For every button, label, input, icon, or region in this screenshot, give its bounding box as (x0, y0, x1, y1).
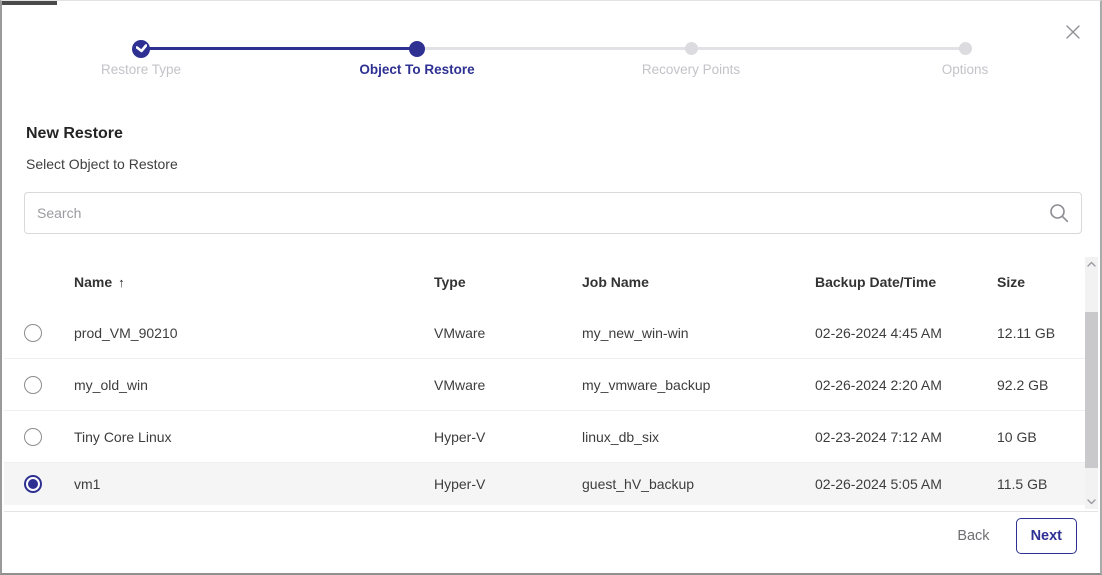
page-title: New Restore (26, 125, 123, 143)
page-subtitle: Select Object to Restore (26, 156, 178, 172)
column-header-size[interactable]: Size (997, 274, 1088, 290)
step-label-recovery-points: Recovery Points (581, 62, 801, 77)
cell-name: prod_VM_90210 (74, 325, 434, 341)
table-header-row: Name↑ Type Job Name Backup Date/Time Siz… (4, 257, 1088, 307)
row-radio[interactable] (24, 376, 42, 394)
step-label-restore-type: Restore Type (31, 62, 251, 77)
scroll-down-icon[interactable] (1085, 495, 1098, 509)
step-dot-restore-type[interactable] (132, 40, 150, 58)
row-radio[interactable] (24, 428, 42, 446)
close-icon (1066, 25, 1080, 44)
step-dot-object-to-restore[interactable] (409, 41, 425, 57)
sort-asc-icon[interactable]: ↑ (118, 275, 125, 290)
column-header-type[interactable]: Type (434, 274, 582, 290)
cell-size: 12.11 GB (997, 325, 1088, 341)
cell-name: vm1 (74, 476, 434, 492)
cell-backup-datetime: 02-26-2024 5:05 AM (815, 476, 997, 492)
close-button[interactable] (1063, 24, 1083, 44)
footer-divider (4, 511, 1098, 512)
stepper-segment-upcoming (691, 47, 965, 50)
cell-backup-datetime: 02-26-2024 2:20 AM (815, 377, 997, 393)
back-button[interactable]: Back (957, 528, 989, 544)
table-row[interactable]: Tiny Core Linux Hyper-V linux_db_six 02-… (4, 411, 1088, 463)
stepper-segment-completed (141, 47, 417, 50)
row-radio[interactable] (24, 324, 42, 342)
scrollbar-thumb[interactable] (1085, 312, 1098, 468)
cell-type: Hyper-V (434, 476, 582, 492)
cell-type: VMware (434, 377, 582, 393)
step-label-object-to-restore: Object To Restore (307, 62, 527, 77)
search-input[interactable] (25, 193, 1037, 233)
new-restore-dialog: Restore Type Object To Restore Recovery … (0, 0, 1102, 575)
column-header-backup-datetime[interactable]: Backup Date/Time (815, 274, 997, 290)
column-header-name[interactable]: Name↑ (74, 274, 434, 290)
cell-name: Tiny Core Linux (74, 429, 434, 445)
cell-type: Hyper-V (434, 429, 582, 445)
check-icon (136, 40, 147, 58)
row-radio[interactable] (24, 475, 42, 493)
search-icon[interactable] (1037, 202, 1081, 224)
cell-size: 11.5 GB (997, 476, 1088, 492)
cell-name: my_old_win (74, 377, 434, 393)
window-edge-artifact (2, 1, 57, 5)
cell-type: VMware (434, 325, 582, 341)
cell-job-name: my_new_win-win (582, 325, 815, 341)
cell-job-name: guest_hV_backup (582, 476, 815, 492)
table-row[interactable]: vm1 Hyper-V guest_hV_backup 02-26-2024 5… (4, 463, 1088, 505)
step-label-options: Options (855, 62, 1075, 77)
cell-size: 92.2 GB (997, 377, 1088, 393)
table-row[interactable]: prod_VM_90210 VMware my_new_win-win 02-2… (4, 307, 1088, 359)
search-box (24, 192, 1082, 234)
step-dot-options[interactable] (959, 42, 972, 55)
table-scrollbar[interactable] (1085, 257, 1098, 509)
column-header-job-name[interactable]: Job Name (582, 274, 815, 290)
stepper-segment-upcoming (417, 47, 691, 50)
objects-table: Name↑ Type Job Name Backup Date/Time Siz… (4, 257, 1088, 505)
cell-job-name: my_vmware_backup (582, 377, 815, 393)
cell-backup-datetime: 02-23-2024 7:12 AM (815, 429, 997, 445)
next-button[interactable]: Next (1016, 518, 1077, 554)
step-dot-recovery-points[interactable] (685, 42, 698, 55)
scroll-up-icon[interactable] (1085, 257, 1098, 271)
cell-size: 10 GB (997, 429, 1088, 445)
cell-job-name: linux_db_six (582, 429, 815, 445)
cell-backup-datetime: 02-26-2024 4:45 AM (815, 325, 997, 341)
table-row[interactable]: my_old_win VMware my_vmware_backup 02-26… (4, 359, 1088, 411)
footer: Back Next (957, 518, 1077, 554)
